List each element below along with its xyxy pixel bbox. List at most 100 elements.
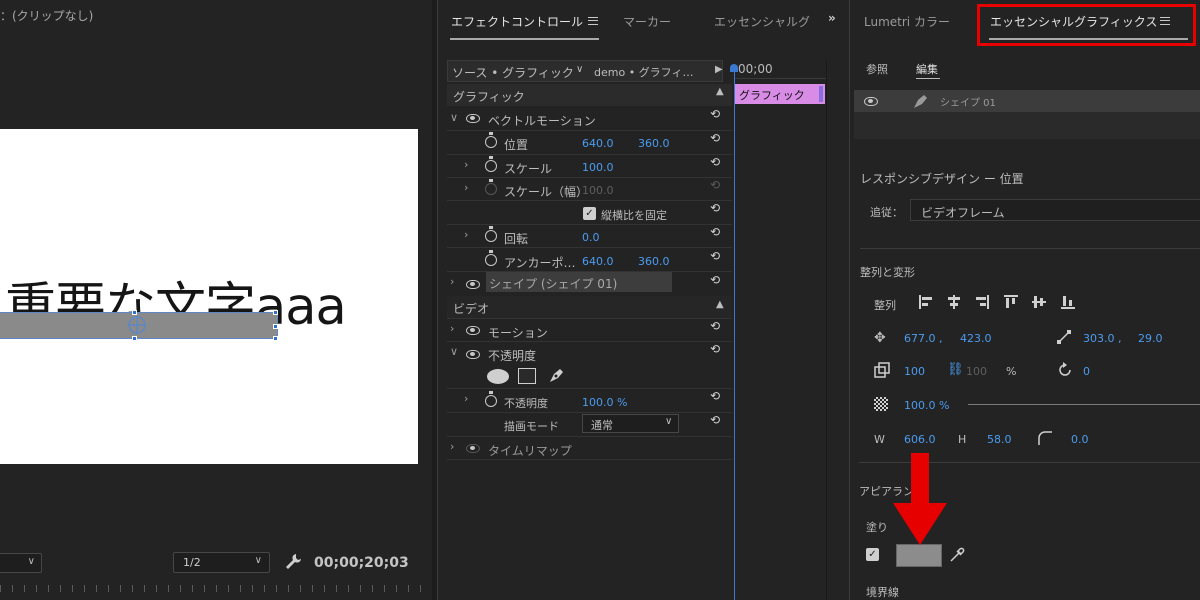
transform-handle[interactable] xyxy=(273,336,278,341)
wrench-icon[interactable] xyxy=(284,552,302,572)
anchor-y-value[interactable]: 360.0 xyxy=(638,255,670,268)
tab-effect-controls[interactable]: エフェクトコントロール xyxy=(451,13,583,30)
tab-markers[interactable]: マーカー xyxy=(623,13,671,30)
motion-label: モーション xyxy=(488,326,548,340)
panel-menu-icon[interactable] xyxy=(588,17,598,25)
subtab-browse[interactable]: 参照 xyxy=(866,61,888,77)
stopwatch-icon[interactable] xyxy=(485,132,497,148)
reset-icon[interactable]: ⟲ xyxy=(710,201,720,215)
scale-value[interactable]: 100 xyxy=(904,365,925,378)
chevron-right-icon[interactable]: › xyxy=(464,181,468,194)
reset-icon[interactable]: ⟲ xyxy=(710,107,720,121)
rotation-value[interactable]: 0 xyxy=(1083,365,1090,378)
sequence-label[interactable]: demo • グラフィ… xyxy=(594,64,693,80)
fill-color-swatch[interactable] xyxy=(896,544,942,567)
tab-lumetri-color[interactable]: Lumetri カラー xyxy=(864,13,950,30)
align-top-icon[interactable] xyxy=(1003,294,1019,310)
position-y-value[interactable]: 360.0 xyxy=(638,137,670,150)
align-right-icon[interactable] xyxy=(974,294,990,310)
stopwatch-icon[interactable] xyxy=(485,226,497,242)
opacity-slider-track[interactable] xyxy=(968,404,1200,405)
position-y-value[interactable]: 423.0 xyxy=(960,332,992,345)
position-x-value[interactable]: 640.0 xyxy=(582,137,614,150)
overflow-tabs-icon[interactable]: » xyxy=(828,11,836,25)
reset-icon[interactable]: ⟲ xyxy=(710,413,720,427)
eye-icon[interactable] xyxy=(466,350,480,359)
follow-dropdown[interactable]: ビデオフレーム xyxy=(910,199,1200,221)
reset-icon[interactable]: ⟲ xyxy=(710,249,720,263)
playhead-timecode[interactable]: 00;00;20;03 xyxy=(314,555,409,571)
subtab-edit[interactable]: 編集 xyxy=(916,61,938,77)
align-bottom-icon[interactable] xyxy=(1060,294,1076,310)
reset-icon[interactable]: ⟲ xyxy=(710,155,720,169)
eyedropper-icon[interactable] xyxy=(948,546,966,564)
chevron-right-icon[interactable]: › xyxy=(464,158,468,171)
shape-layer-row[interactable]: シェイプ (シェイプ 01) xyxy=(486,272,672,292)
anchor-crosshair-icon[interactable] xyxy=(126,314,148,336)
play-only-icon[interactable]: ▶ xyxy=(715,64,723,75)
chevron-right-icon[interactable]: › xyxy=(450,275,454,288)
chevron-right-icon[interactable]: › xyxy=(450,322,454,335)
tab-essential-graphics-truncated[interactable]: エッセンシャルグ xyxy=(714,13,810,30)
graphic-clip[interactable]: グラフィック xyxy=(735,84,825,104)
width-value[interactable]: 606.0 xyxy=(904,433,936,446)
panel-divider xyxy=(826,60,827,600)
eye-icon[interactable] xyxy=(466,114,480,123)
collapse-icon[interactable]: ▲ xyxy=(716,86,724,97)
opacity-value[interactable]: 100.0 % xyxy=(582,396,627,409)
chevron-down-icon[interactable]: ∨ xyxy=(450,345,458,358)
stopwatch-icon[interactable] xyxy=(485,156,497,172)
reset-icon[interactable]: ⟲ xyxy=(710,319,720,333)
collapse-icon[interactable]: ▲ xyxy=(716,299,724,310)
height-value[interactable]: 58.0 xyxy=(987,433,1012,446)
source-selector[interactable]: ソース • グラフィック ∨ demo • グラフィ… xyxy=(447,60,723,82)
eye-icon[interactable] xyxy=(466,326,480,335)
align-left-icon[interactable] xyxy=(918,294,934,310)
chevron-right-icon[interactable]: › xyxy=(450,440,454,453)
clip-end-handle[interactable] xyxy=(819,86,823,102)
transform-handle[interactable] xyxy=(132,336,137,341)
stopwatch-icon[interactable] xyxy=(485,250,497,266)
fit-dropdown[interactable]: ∨ xyxy=(0,553,42,573)
chevron-down-icon[interactable]: ∨ xyxy=(450,111,458,124)
chevron-right-icon[interactable]: › xyxy=(464,392,468,405)
follow-value: ビデオフレーム xyxy=(921,206,1005,220)
effect-timeline[interactable] xyxy=(734,60,826,600)
blend-mode-dropdown[interactable]: 通常 ∨ xyxy=(582,414,679,433)
eye-icon[interactable] xyxy=(864,97,878,106)
reset-icon[interactable]: ⟲ xyxy=(710,273,720,287)
align-center-v-icon[interactable] xyxy=(1031,294,1047,310)
ellipse-mask-icon[interactable] xyxy=(487,369,509,384)
eye-icon[interactable] xyxy=(466,280,480,289)
link-icon[interactable]: ⛓ xyxy=(947,362,964,377)
opacity-icon xyxy=(874,397,888,411)
anchor-x-value[interactable]: 303.0 , xyxy=(1083,332,1121,345)
transform-handle[interactable] xyxy=(273,310,278,315)
rectangle-mask-icon[interactable] xyxy=(518,368,536,384)
timeline-timecode: 00;00 xyxy=(738,62,773,76)
reset-icon[interactable]: ⟲ xyxy=(710,389,720,403)
scale-value[interactable]: 100.0 xyxy=(582,161,614,174)
eye-icon[interactable] xyxy=(466,444,480,453)
reset-icon[interactable]: ⟲ xyxy=(710,225,720,239)
resolution-dropdown[interactable]: 1/2 ∨ xyxy=(173,552,270,573)
chevron-right-icon[interactable]: › xyxy=(464,228,468,241)
layer-row[interactable]: シェイプ 01 xyxy=(854,90,1200,112)
align-center-h-icon[interactable] xyxy=(946,294,962,310)
reset-icon[interactable]: ⟲ xyxy=(710,131,720,145)
rotation-value[interactable]: 0.0 xyxy=(582,231,600,244)
transform-handle[interactable] xyxy=(273,324,278,329)
corner-radius-value[interactable]: 0.0 xyxy=(1071,433,1089,446)
fill-checkbox[interactable]: ✓ xyxy=(866,548,879,561)
anchor-y-value[interactable]: 29.0 xyxy=(1138,332,1163,345)
pen-mask-icon[interactable] xyxy=(548,366,566,384)
row-separator xyxy=(447,341,732,342)
position-x-value[interactable]: 677.0 , xyxy=(904,332,942,345)
reset-icon[interactable]: ⟲ xyxy=(710,342,720,356)
opacity-value[interactable]: 100.0 % xyxy=(904,399,949,412)
video-canvas[interactable]: 重要な文字aaa xyxy=(0,129,418,464)
lock-ratio-checkbox[interactable]: ✓ xyxy=(583,207,596,220)
playhead-line[interactable] xyxy=(734,70,735,600)
stopwatch-icon[interactable] xyxy=(485,391,497,407)
anchor-x-value[interactable]: 640.0 xyxy=(582,255,614,268)
